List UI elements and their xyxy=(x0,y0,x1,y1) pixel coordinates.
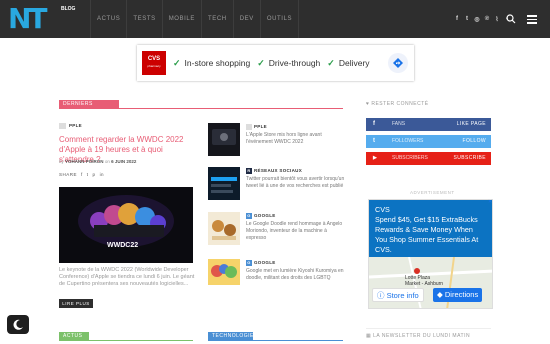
dark-mode-toggle[interactable] xyxy=(7,315,29,334)
facebook-icon[interactable]: f xyxy=(452,16,462,22)
main-post-image[interactable]: WWDC22 xyxy=(59,187,193,263)
nav-item-actus[interactable]: ACTUS xyxy=(90,0,126,38)
post-category[interactable]: PPLE xyxy=(246,124,267,130)
check-icon: ✓ xyxy=(173,57,181,68)
share-label: SHARE xyxy=(59,172,78,177)
post-category[interactable]: R RÉSEAUX SOCIAUX xyxy=(246,168,302,174)
top-navigation-bar: NT BLOG ACTUS TESTS MOBILE TECH DEV OUTI… xyxy=(0,0,550,38)
rss-icon[interactable]: ⌇ xyxy=(492,16,502,23)
read-more-button[interactable]: LIRE PLUS xyxy=(59,299,93,308)
nav-item-dev[interactable]: DEV xyxy=(232,0,260,38)
advertisement-label: ADVERTISEMENT xyxy=(410,190,455,195)
side-post-title[interactable]: Twitter pourrait bientôt vous avertir lo… xyxy=(246,176,346,190)
map-place-label: Lotte Plaza Market - Ashburn xyxy=(405,275,444,287)
share-facebook-icon[interactable]: f xyxy=(81,172,83,177)
section-underline xyxy=(208,340,343,341)
post-category[interactable]: PPLE xyxy=(59,123,82,129)
side-post-title[interactable]: Le Google Doodle rend hommage à Angelo M… xyxy=(246,221,346,242)
post-thumbnail[interactable] xyxy=(208,259,240,285)
pinterest-icon[interactable]: ℗ xyxy=(482,16,492,22)
directions-icon[interactable] xyxy=(388,53,408,73)
post-category[interactable]: G GOOGLE xyxy=(246,213,276,219)
main-nav: ACTUS TESTS MOBILE TECH DEV OUTILS xyxy=(90,0,300,38)
share-bar: SHARE f t p in xyxy=(59,172,104,177)
ad-option: ✓ In-store shopping xyxy=(173,57,251,69)
post-thumbnail[interactable] xyxy=(208,123,240,156)
post-meta: by YOHANN POIRON on 6 JUIN 2022 xyxy=(59,159,137,164)
connected-title: ♥ RESTER CONNECTÉ xyxy=(366,101,429,107)
cvs-logo: CVS pharmacy xyxy=(142,51,166,75)
share-linkedin-icon[interactable]: in xyxy=(100,172,105,177)
section-underline xyxy=(59,108,343,109)
post-thumbnail[interactable] xyxy=(208,167,240,200)
section-underline xyxy=(59,340,193,341)
hero-text: WWDC22 xyxy=(107,242,139,249)
map-ad-text: CVS Spend $45, Get $15 ExtraBucks Reward… xyxy=(369,200,492,257)
logo-sub: BLOG xyxy=(61,6,76,12)
instagram-icon[interactable]: ◎ xyxy=(472,16,482,23)
social-links: f t ◎ ℗ ⌇ ▪ xyxy=(452,0,512,38)
ad-banner[interactable]: CVS pharmacy ✓ In-store shopping ✓ Drive-th… xyxy=(137,45,414,81)
post-date: 6 JUIN 2022 xyxy=(111,159,137,164)
post-author[interactable]: YOHANN POIRON xyxy=(65,159,104,164)
post-thumbnail[interactable] xyxy=(208,212,240,245)
twitter-follow-button[interactable]: t FOLLOWERS FOLLOW xyxy=(366,135,491,148)
twitter-icon: t xyxy=(373,138,375,144)
logo-text: NT xyxy=(8,2,48,35)
check-icon: ✓ xyxy=(257,57,265,68)
section-divider xyxy=(366,328,491,329)
moon-icon xyxy=(13,319,23,330)
share-twitter-icon[interactable]: t xyxy=(87,172,89,177)
side-post-title[interactable]: L'Apple Store mis hors ligne avant l'évé… xyxy=(246,132,346,146)
main-post-excerpt: Le keynote de la WWDC 2022 (Worldwide De… xyxy=(59,267,195,287)
youtube-subscribe-button[interactable]: ▶ SUBSCRIBERS SUBSCRIBE xyxy=(366,152,491,165)
nav-item-outils[interactable]: OUTILS xyxy=(259,0,300,38)
info-icon: ⓘ xyxy=(377,291,387,300)
ad-option: ✓ Delivery xyxy=(327,57,370,69)
map-advertisement[interactable]: CVS Spend $45, Get $15 ExtraBucks Reward… xyxy=(368,199,493,309)
hamburger-menu-icon[interactable] xyxy=(527,15,537,24)
nav-item-tech[interactable]: TECH xyxy=(200,0,233,38)
nav-item-tests[interactable]: TESTS xyxy=(126,0,161,38)
facebook-icon: f xyxy=(373,121,375,127)
nav-item-mobile[interactable]: MOBILE xyxy=(161,0,201,38)
directions-icon: ◆ xyxy=(437,290,445,299)
twitter-icon[interactable]: t xyxy=(462,16,472,22)
youtube-icon: ▶ xyxy=(373,155,377,161)
search-icon[interactable] xyxy=(506,14,516,24)
ad-option: ✓ Drive-through xyxy=(257,57,321,69)
site-logo[interactable]: NT BLOG xyxy=(8,2,75,35)
post-category[interactable]: G GOOGLE xyxy=(246,260,276,266)
newsletter-title: ▦ LA NEWSLETTER DU LUNDI MATIN xyxy=(366,333,471,339)
share-pinterest-icon[interactable]: p xyxy=(93,172,96,177)
store-info-button[interactable]: ⓘ Store info xyxy=(372,288,424,302)
adchoices-icon[interactable]: ✕ xyxy=(488,199,494,205)
check-icon: ✓ xyxy=(327,57,335,68)
directions-button[interactable]: ◆ Directions xyxy=(433,288,483,302)
facebook-like-button[interactable]: f FANS LIKE PAGE xyxy=(366,118,491,131)
side-post-title[interactable]: Google met en lumière Kiyoshi Kuromiya e… xyxy=(246,268,346,282)
